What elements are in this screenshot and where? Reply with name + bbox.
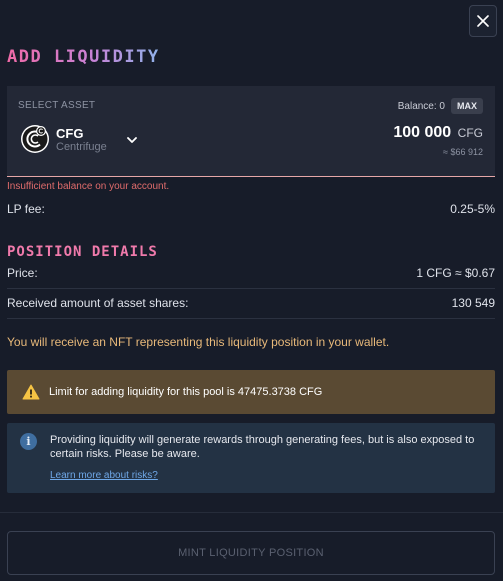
close-icon (477, 15, 489, 27)
asset-input-card: SELECT ASSET CFG Centrifuge Balance: 0 M… (7, 86, 495, 177)
mint-liquidity-button[interactable]: MINT LIQUIDITY POSITION (7, 531, 495, 575)
price-value: 1 CFG ≈ $0.67 (416, 266, 495, 280)
chevron-down-icon[interactable] (126, 135, 138, 145)
usd-value: ≈ $66 912 (443, 147, 483, 157)
shares-value: 130 549 (451, 296, 495, 310)
lp-fee-value: 0.25-5% (450, 202, 495, 216)
close-button[interactable] (469, 5, 497, 37)
amount-unit: CFG (457, 126, 483, 140)
error-message: Insufficient balance on your account. (7, 181, 170, 192)
divider (7, 318, 495, 319)
price-label: Price: (7, 266, 38, 280)
warning-icon (22, 384, 40, 400)
asset-symbol[interactable]: CFG (56, 126, 83, 141)
amount-input[interactable]: 100 000 CFG (393, 124, 483, 142)
divider (7, 288, 495, 289)
warning-text: Limit for adding liquidity for this pool… (49, 386, 323, 398)
shares-label: Received amount of asset shares: (7, 296, 189, 310)
amount-value: 100 000 (393, 124, 452, 141)
nft-note: You will receive an NFT representing thi… (7, 335, 390, 349)
limit-warning-box: Limit for adding liquidity for this pool… (7, 370, 495, 414)
page-title: ADD LIQUIDITY (7, 47, 160, 67)
shares-row: Received amount of asset shares: 130 549 (7, 296, 495, 310)
divider (0, 512, 503, 513)
balance-label: Balance: 0 (397, 101, 445, 112)
learn-more-link[interactable]: Learn more about risks? (50, 470, 158, 481)
asset-name: Centrifuge (56, 141, 107, 153)
max-button[interactable]: MAX (451, 98, 483, 114)
position-details-title: POSITION DETAILS (7, 244, 158, 260)
select-asset-label: SELECT ASSET (18, 100, 96, 111)
info-icon: i (20, 433, 37, 450)
price-row: Price: 1 CFG ≈ $0.67 (7, 266, 495, 280)
lp-fee-row: LP fee: 0.25-5% (7, 202, 495, 216)
risk-info-box: i Providing liquidity will generate rewa… (7, 423, 495, 493)
info-text: Providing liquidity will generate reward… (50, 434, 475, 460)
lp-fee-label: LP fee: (7, 202, 45, 216)
centrifuge-logo-icon (21, 125, 49, 153)
